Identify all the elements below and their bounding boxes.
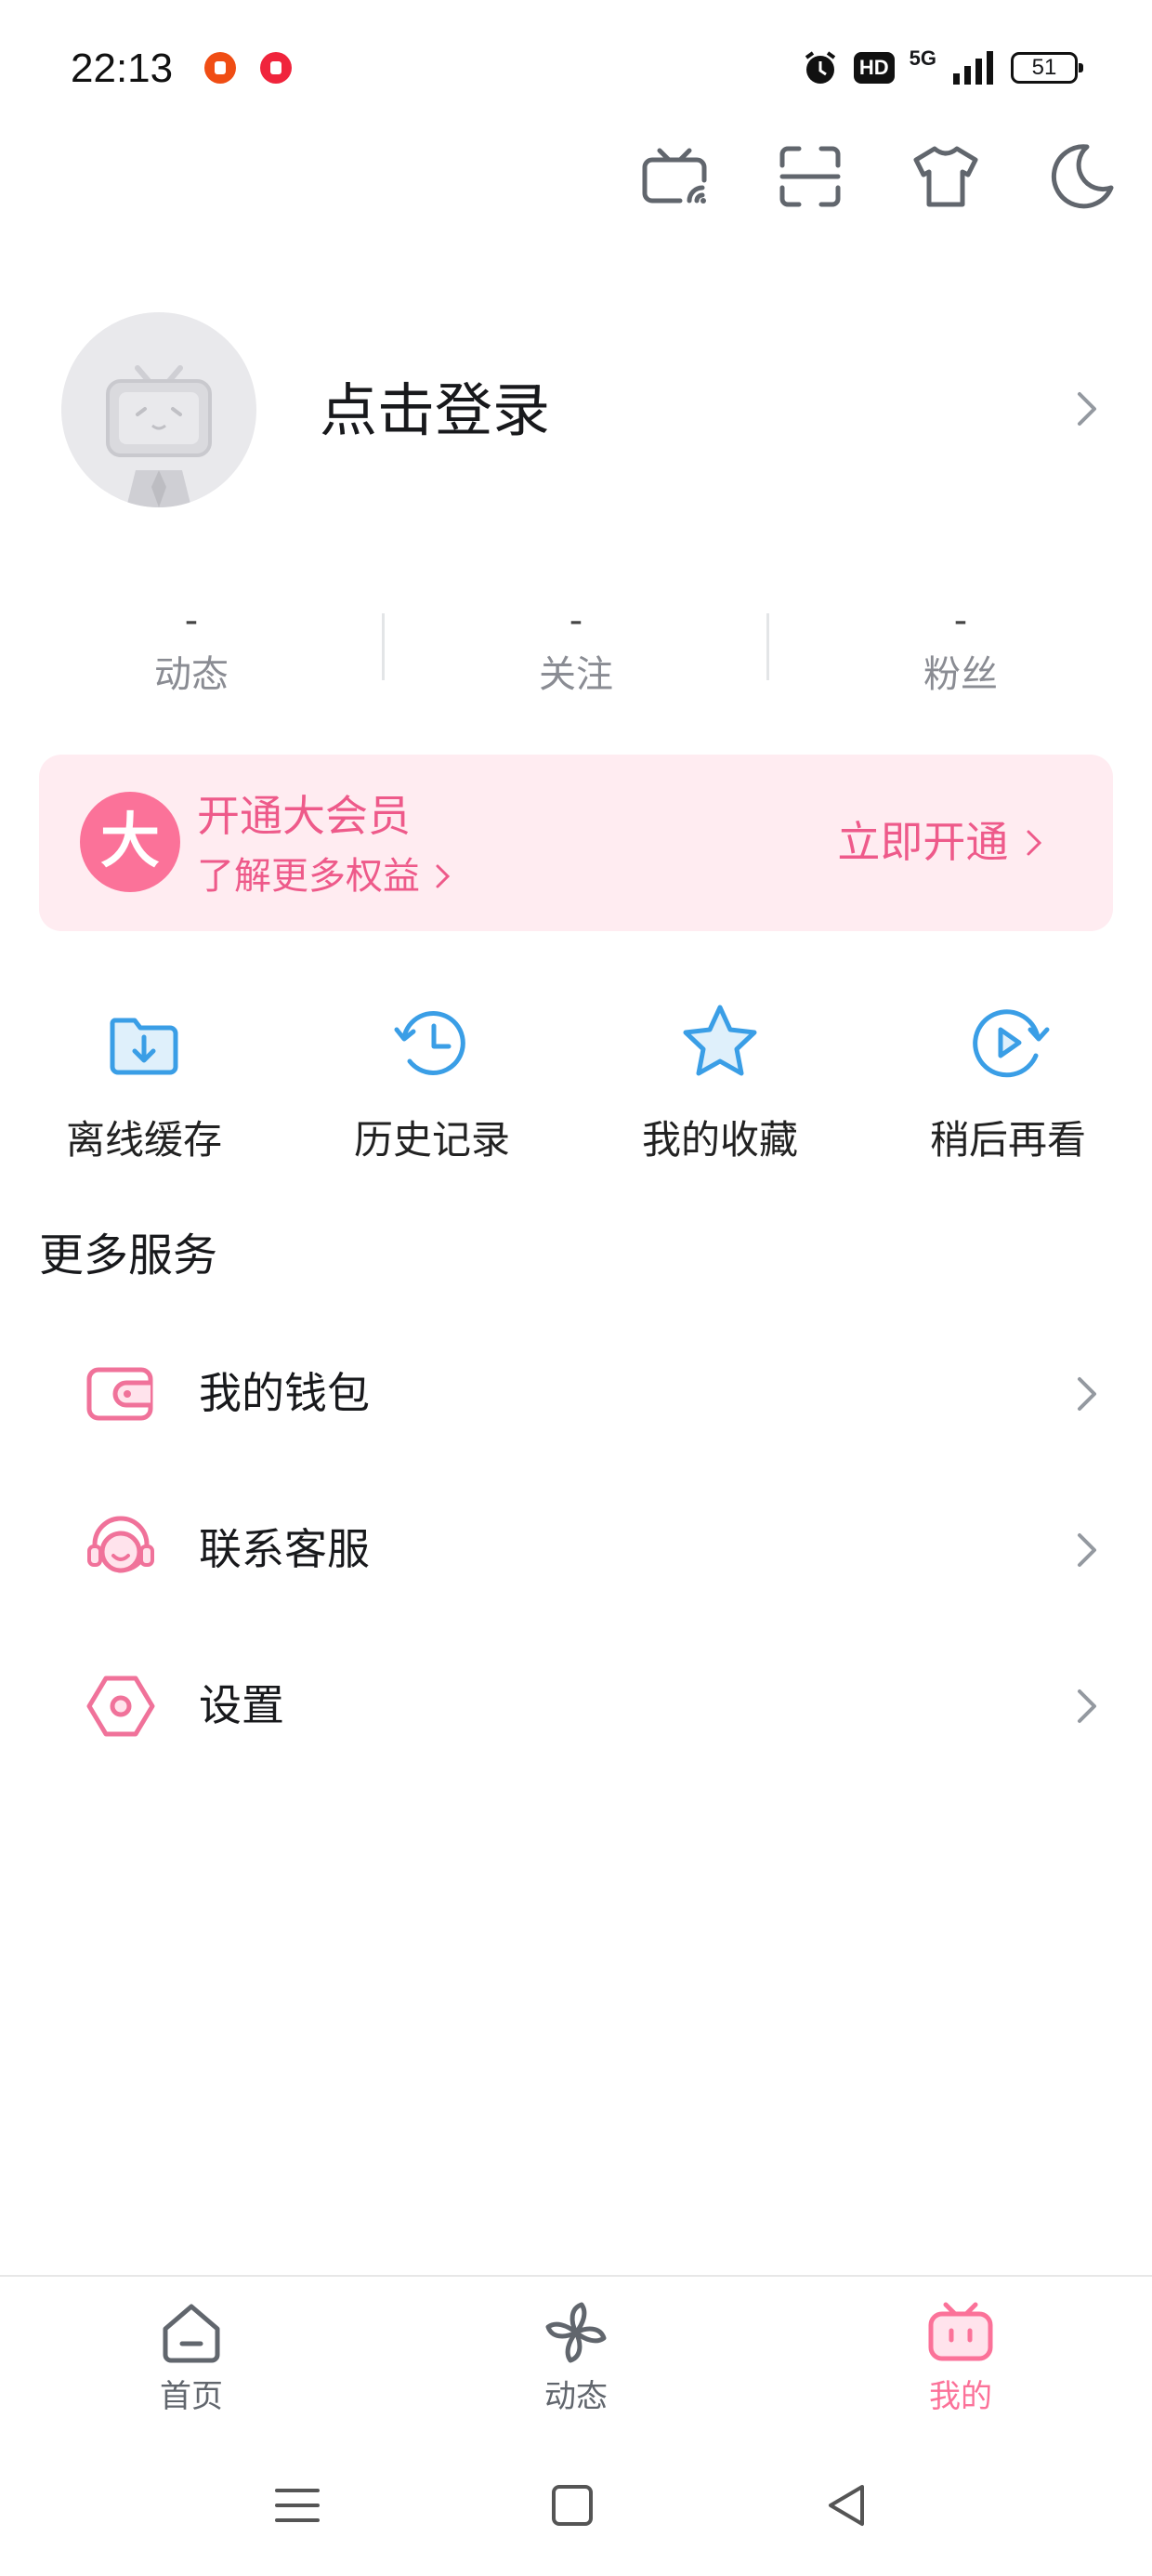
service-row-customer-service[interactable]: 联系客服 xyxy=(0,1472,1152,1628)
app-notification-icon xyxy=(204,52,236,84)
chevron-right-icon xyxy=(1078,1533,1096,1567)
quick-action-label: 稍后再看 xyxy=(929,1117,1086,1163)
battery-indicator: 51 xyxy=(1011,52,1083,84)
service-label: 设置 xyxy=(199,1680,284,1730)
service-row-wallet[interactable]: 我的钱包 xyxy=(0,1316,1152,1472)
stat-label: 粉丝 xyxy=(923,653,998,696)
hd-badge: HD xyxy=(853,52,895,84)
service-label: 我的钱包 xyxy=(199,1368,370,1418)
service-row-settings[interactable]: 设置 xyxy=(0,1628,1152,1784)
tab-label: 我的 xyxy=(929,2378,992,2415)
customer-service-icon xyxy=(87,1516,154,1573)
stat-following[interactable]: - 关注 xyxy=(385,595,767,703)
service-label: 联系客服 xyxy=(199,1524,370,1574)
vip-benefits-link[interactable]: 了解更多权益 xyxy=(197,851,454,901)
stat-value: - xyxy=(953,599,968,642)
quick-action-label: 离线缓存 xyxy=(65,1117,222,1163)
menu-icon[interactable] xyxy=(271,2479,323,2531)
login-link[interactable]: 点击登录 xyxy=(320,372,550,450)
home-square-icon[interactable] xyxy=(546,2479,598,2531)
quick-action-label: 历史记录 xyxy=(353,1117,510,1163)
scan-icon[interactable] xyxy=(773,139,847,214)
stat-label: 关注 xyxy=(539,653,613,696)
more-services-title: 更多服务 xyxy=(39,1229,218,1281)
vip-badge-icon: 大 xyxy=(80,792,180,892)
pinwheel-icon xyxy=(545,2302,607,2363)
settings-hexagon-icon xyxy=(86,1676,155,1737)
home-icon xyxy=(163,2304,220,2363)
vip-open-button[interactable]: 立即开通 xyxy=(837,812,1046,872)
bilibili-tv-icon xyxy=(928,2302,993,2361)
stat-value: - xyxy=(569,599,583,642)
tv-cast-icon[interactable] xyxy=(637,139,712,214)
video-notification-icon xyxy=(260,52,292,84)
vip-banner[interactable]: 大 开通大会员 了解更多权益 立即开通 xyxy=(39,755,1113,931)
download-folder-icon xyxy=(110,1018,178,1075)
default-avatar-icon xyxy=(106,365,212,507)
vip-cta-label: 立即开通 xyxy=(837,817,1009,867)
tab-mine[interactable]: 我的 xyxy=(821,2295,1100,2418)
alarm-icon xyxy=(805,51,836,84)
quick-action-offline-cache[interactable]: 离线缓存 xyxy=(0,1000,288,1167)
quick-action-favorites[interactable]: 我的收藏 xyxy=(576,1000,864,1167)
chevron-right-icon xyxy=(1078,1689,1096,1723)
status-time: 22:13 xyxy=(71,46,174,91)
status-bar: 22:13 HD 5G 51 xyxy=(0,0,1152,139)
stat-followers[interactable]: - 粉丝 xyxy=(769,595,1152,703)
quick-action-label: 我的收藏 xyxy=(641,1117,798,1163)
network-type-label: 5G xyxy=(909,46,936,70)
stat-label: 动态 xyxy=(154,653,229,696)
chevron-right-icon xyxy=(436,864,450,888)
tab-label: 首页 xyxy=(160,2378,223,2415)
moon-icon[interactable] xyxy=(1044,139,1119,214)
chevron-right-icon xyxy=(1078,1377,1096,1411)
chevron-right-icon xyxy=(1027,830,1042,856)
watch-later-icon xyxy=(973,1009,1050,1078)
shirt-icon[interactable] xyxy=(909,139,983,214)
tab-dynamics[interactable]: 动态 xyxy=(437,2295,715,2418)
quick-action-watch-later[interactable]: 稍后再看 xyxy=(864,1000,1152,1167)
bottom-tab-bar: 首页 动态 我的 xyxy=(0,2275,1152,2435)
stat-value: - xyxy=(184,599,199,642)
stat-dynamics[interactable]: - 动态 xyxy=(0,595,383,703)
back-triangle-icon[interactable] xyxy=(821,2479,873,2531)
vip-subtitle: 了解更多权益 xyxy=(197,855,420,898)
vip-title: 开通大会员 xyxy=(197,791,411,841)
tab-home[interactable]: 首页 xyxy=(52,2295,331,2418)
signal-icon xyxy=(953,51,993,85)
quick-action-history[interactable]: 历史记录 xyxy=(288,1000,576,1167)
tab-label: 动态 xyxy=(544,2378,608,2415)
profile-chevron-right-icon[interactable] xyxy=(1068,390,1106,427)
history-clock-icon xyxy=(394,1010,465,1075)
avatar[interactable] xyxy=(61,312,256,507)
star-icon xyxy=(683,1005,757,1076)
status-indicators: HD 5G 51 xyxy=(802,45,1083,91)
wallet-icon xyxy=(86,1367,153,1421)
